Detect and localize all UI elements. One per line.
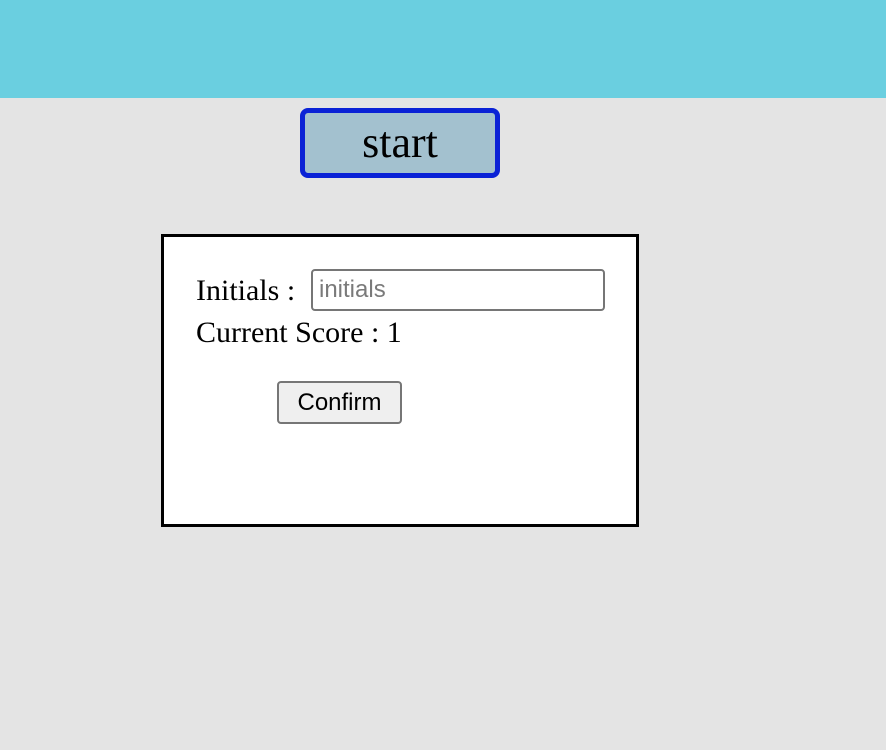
score-value: 1 <box>386 316 402 349</box>
initials-input[interactable] <box>311 269 605 311</box>
confirm-button[interactable]: Confirm <box>277 381 402 424</box>
score-label: Current Score : <box>196 316 380 349</box>
initials-label: Initials : <box>196 274 296 307</box>
score-panel: Initials : Current Score : 1 Confirm <box>161 234 639 527</box>
top-bar <box>0 0 886 98</box>
current-score: Current Score : 1 <box>196 315 402 351</box>
start-button[interactable]: start <box>300 108 500 178</box>
